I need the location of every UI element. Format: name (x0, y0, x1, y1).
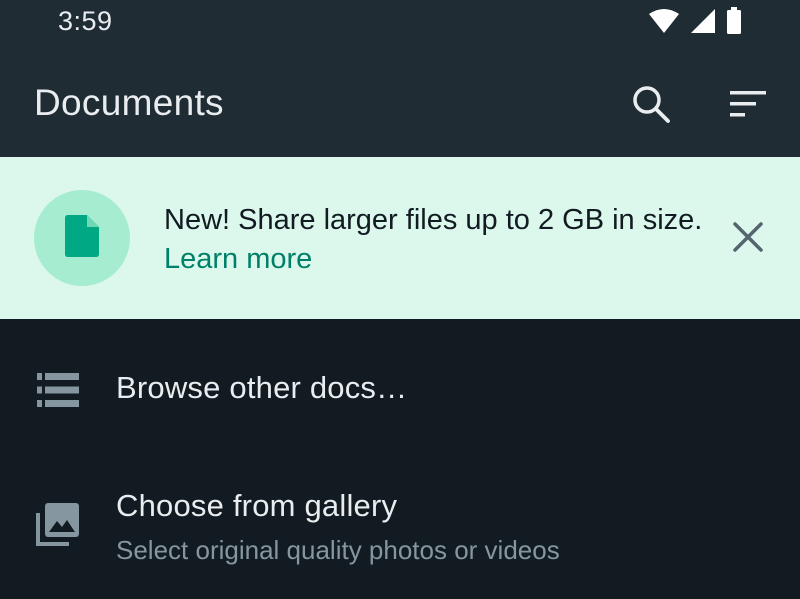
choose-from-gallery-subtitle: Select original quality photos or videos (116, 535, 560, 565)
close-icon (732, 221, 764, 258)
large-files-banner: New! Share larger files up to 2 GB in si… (0, 157, 800, 319)
status-bar: 3:59 (0, 0, 800, 56)
status-time: 3:59 (58, 6, 113, 36)
banner-icon-circle (34, 190, 130, 286)
list-icon (34, 366, 82, 414)
learn-more-link[interactable]: Learn more (164, 243, 312, 275)
search-button[interactable] (623, 78, 679, 134)
browse-other-docs-item[interactable]: Browse other docs… (0, 330, 800, 448)
search-icon (630, 83, 672, 130)
banner-message: New! Share larger files up to 2 GB in si… (164, 201, 704, 279)
status-icons (648, 7, 742, 35)
banner-text: New! Share larger files up to 2 GB in si… (164, 204, 703, 236)
wifi-icon (648, 8, 680, 34)
browse-other-docs-label: Browse other docs… (116, 370, 408, 405)
battery-icon (726, 7, 742, 35)
app-bar: Documents (0, 56, 800, 157)
document-icon (65, 214, 99, 262)
page-title: Documents (34, 82, 224, 123)
signal-icon (690, 8, 716, 34)
choose-from-gallery-label: Choose from gallery (116, 488, 398, 523)
sort-button[interactable] (720, 78, 776, 134)
choose-from-gallery-item[interactable]: Choose from gallery Select original qual… (0, 460, 800, 599)
documents-screen: 3:59 Documents New! Share larger files u… (0, 0, 800, 599)
banner-close-button[interactable] (722, 213, 774, 265)
gallery-icon (34, 500, 82, 548)
sort-icon (728, 88, 768, 125)
